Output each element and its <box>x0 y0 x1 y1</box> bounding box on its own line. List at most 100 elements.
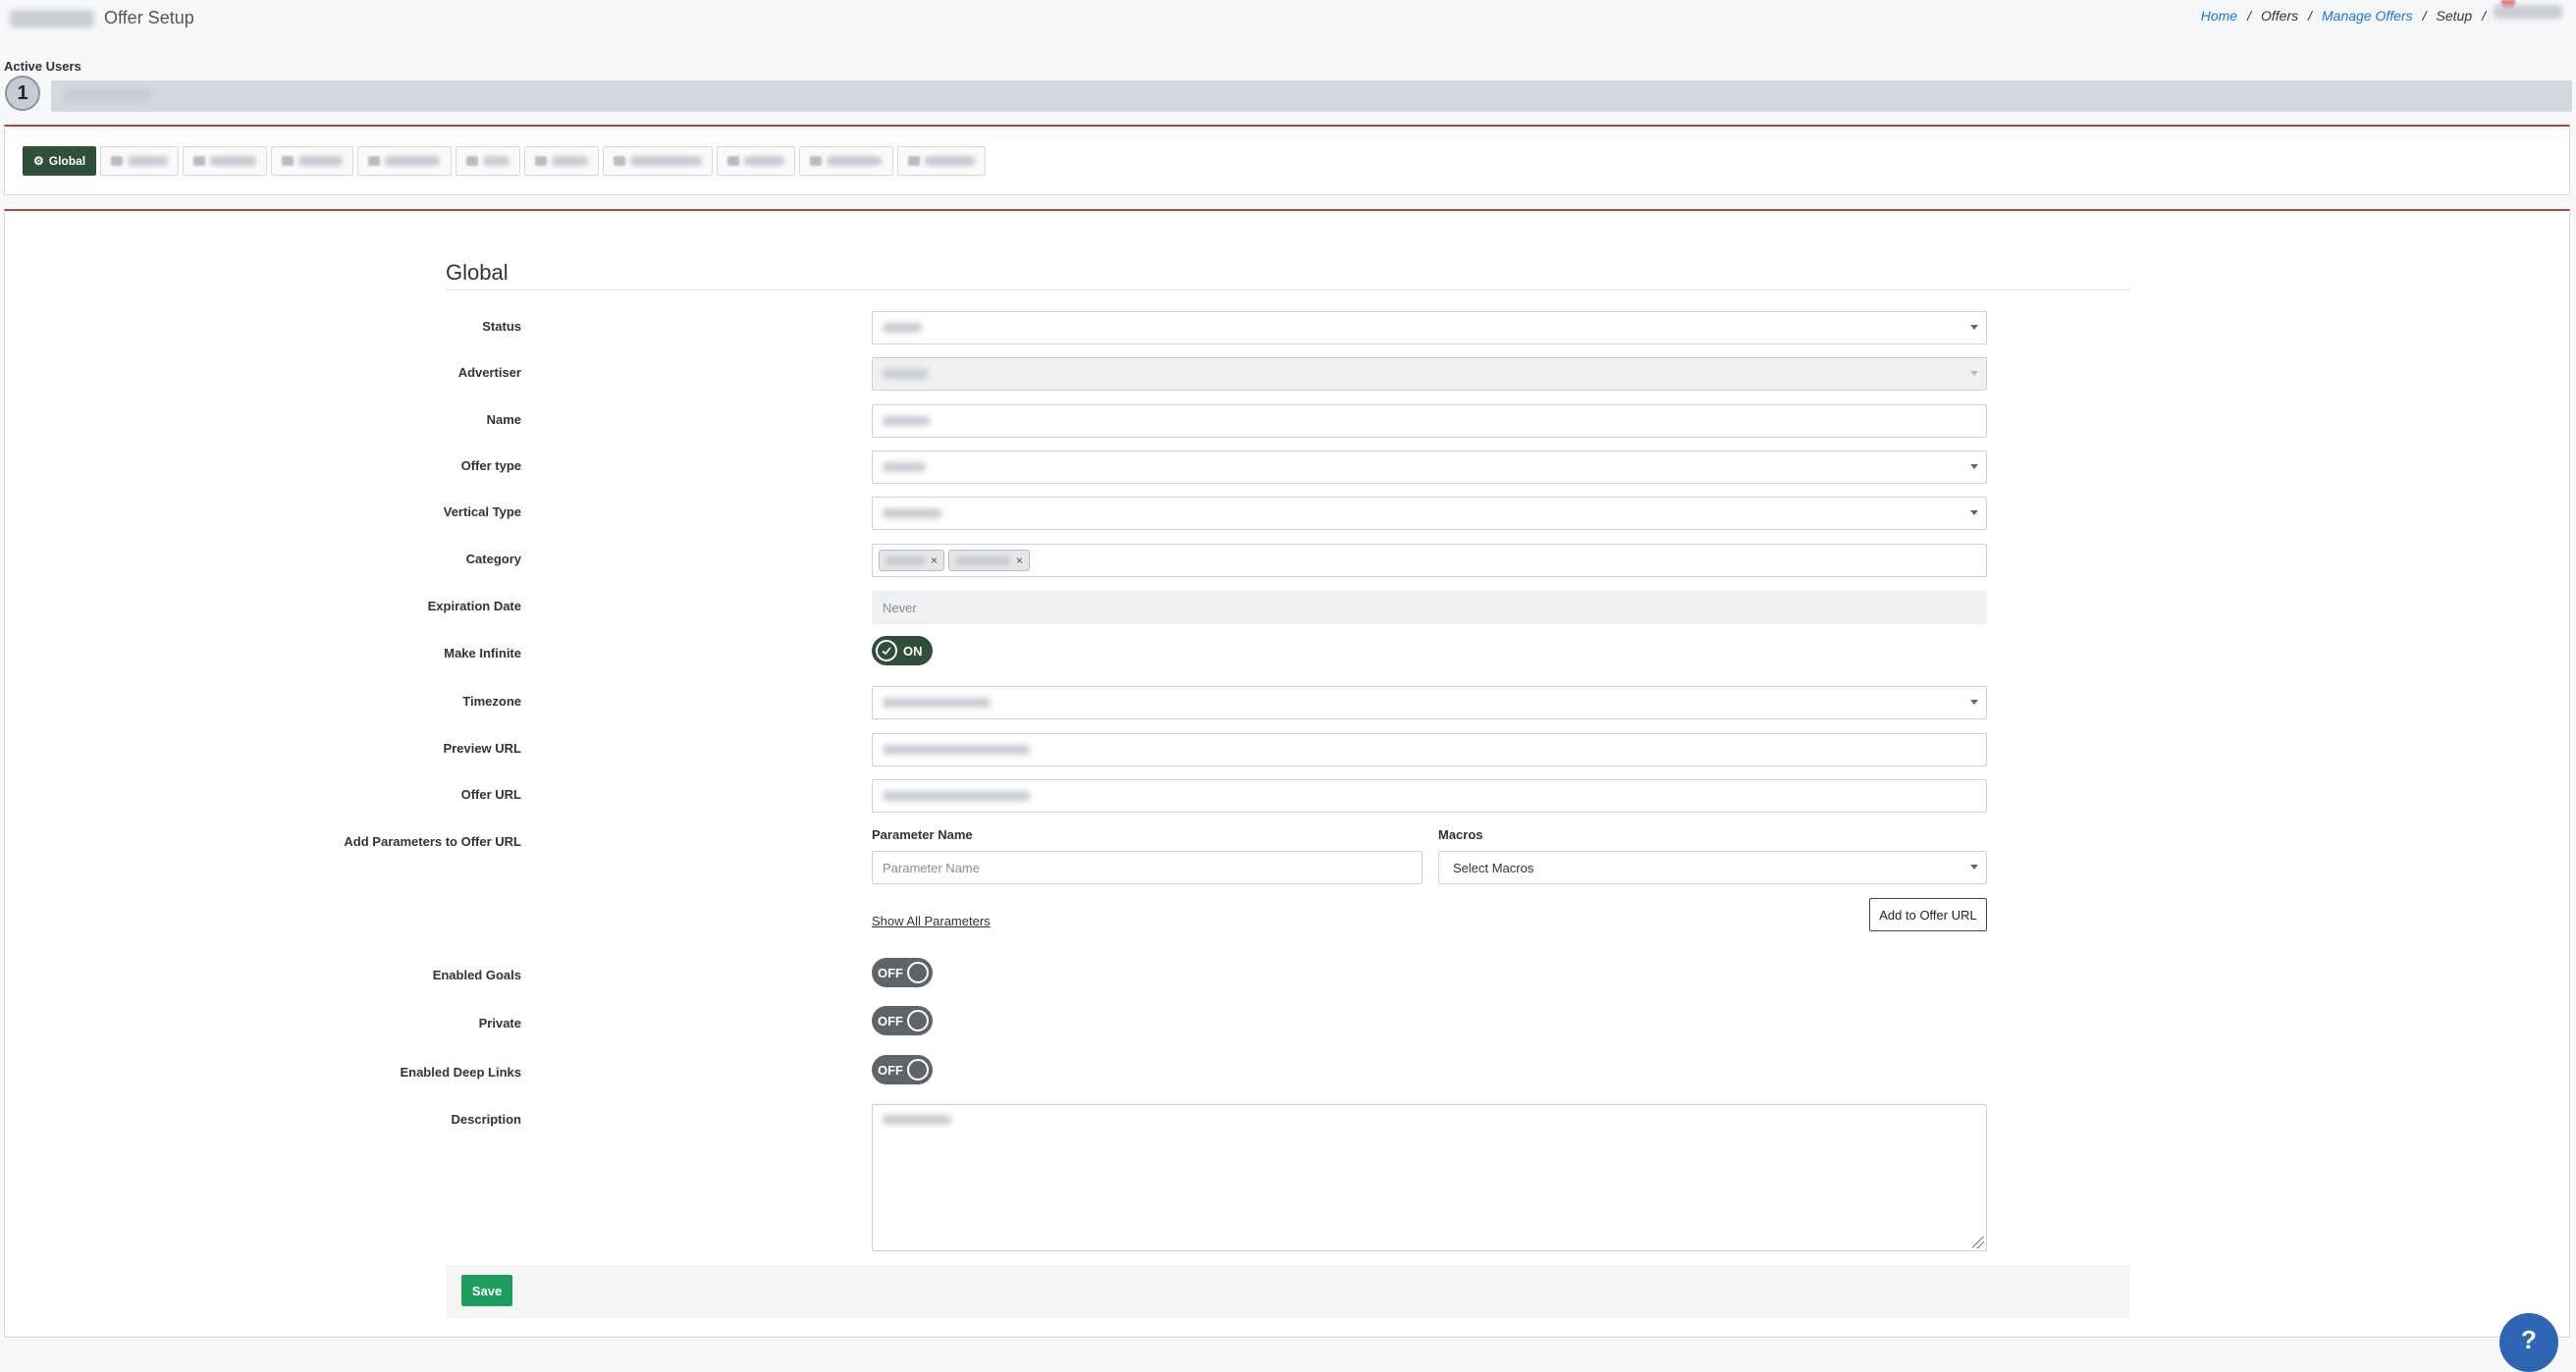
make-infinite-label: Make Infinite <box>444 646 521 660</box>
tab-icon <box>111 156 123 166</box>
tab-redacted-7[interactable] <box>603 146 714 176</box>
chip-remove-icon[interactable]: × <box>1016 554 1023 567</box>
macros-selected-value: Select Macros <box>1453 860 1534 875</box>
macros-select[interactable]: Select Macros <box>1438 851 1987 884</box>
tabs-panel: ⚙ Global <box>4 125 2570 195</box>
enabled-deep-links-label: Enabled Deep Links <box>400 1065 521 1080</box>
help-button[interactable]: ? <box>2499 1313 2558 1372</box>
category-multiselect[interactable]: × × <box>872 544 1987 577</box>
breadcrumb-manage-offers[interactable]: Manage Offers <box>2322 8 2413 24</box>
form-actions-bar: Save <box>446 1265 2130 1318</box>
category-chip: × <box>879 550 945 571</box>
tab-redacted-6[interactable] <box>524 146 600 176</box>
toggle-knob <box>907 1059 929 1081</box>
breadcrumb-setup: Setup <box>2436 8 2473 24</box>
tab-redacted-10[interactable] <box>897 146 987 176</box>
breadcrumb-home[interactable]: Home <box>2201 8 2237 24</box>
breadcrumb-separator: / <box>2482 8 2486 24</box>
preview-url-value-redacted <box>883 745 1030 755</box>
parameter-name-input[interactable] <box>872 851 1422 884</box>
private-state: OFF <box>878 1013 903 1029</box>
tab-global-label: Global <box>48 154 86 168</box>
tab-icon <box>368 156 381 166</box>
user-name-redacted <box>2494 5 2562 19</box>
advertiser-value-redacted <box>883 369 928 379</box>
breadcrumb-separator: / <box>2247 8 2251 24</box>
save-button[interactable]: Save <box>461 1275 512 1306</box>
tab-icon <box>614 156 625 166</box>
offer-type-label: Offer type <box>460 458 521 473</box>
section-title: Global <box>446 260 509 285</box>
name-value-redacted <box>883 416 930 426</box>
vertical-type-label: Vertical Type <box>443 504 521 519</box>
breadcrumb-separator: / <box>2308 8 2313 24</box>
timezone-label: Timezone <box>462 694 521 709</box>
add-parameters-label: Add Parameters to Offer URL <box>344 834 521 849</box>
add-to-offer-url-button[interactable]: Add to Offer URL <box>1869 898 1987 931</box>
enabled-goals-label: Enabled Goals <box>432 968 521 982</box>
tab-icon <box>466 156 478 166</box>
chevron-down-icon <box>1970 865 1978 870</box>
description-textarea[interactable] <box>872 1104 1987 1251</box>
offer-type-select[interactable] <box>872 450 1987 484</box>
advertiser-select[interactable] <box>872 357 1987 391</box>
enabled-deep-links-toggle[interactable]: OFF <box>872 1055 933 1084</box>
active-users-label: Active Users <box>4 59 81 74</box>
preview-url-input[interactable] <box>872 733 1987 766</box>
breadcrumb-separator: / <box>2422 8 2427 24</box>
status-select[interactable] <box>872 311 1987 344</box>
tab-global[interactable]: ⚙ Global <box>23 146 97 176</box>
resize-handle-icon[interactable] <box>1972 1237 1984 1248</box>
breadcrumb-offers: Offers <box>2261 8 2299 24</box>
active-users-bar <box>51 80 2572 112</box>
active-users-count-badge: 1 <box>5 76 40 111</box>
vertical-type-select[interactable] <box>872 497 1987 530</box>
offer-type-value-redacted <box>883 462 926 472</box>
toggle-knob <box>907 1010 929 1031</box>
gear-icon: ⚙ <box>33 154 44 168</box>
offer-name-redacted <box>10 9 94 27</box>
offer-url-value-redacted <box>883 791 1030 801</box>
show-all-parameters-link[interactable]: Show All Parameters <box>872 914 991 928</box>
toggle-knob <box>907 962 929 983</box>
make-infinite-toggle[interactable]: ON <box>872 636 933 665</box>
description-label: Description <box>451 1112 521 1127</box>
private-toggle[interactable]: OFF <box>872 1006 933 1035</box>
page-title-group: Offer Setup <box>10 8 194 28</box>
tab-redacted-3[interactable] <box>271 146 354 176</box>
tab-redacted-9[interactable] <box>799 146 894 176</box>
expiration-date-label: Expiration Date <box>427 599 521 613</box>
main-panel: Global Status Advertiser Name Offer type… <box>4 209 2570 1338</box>
tab-redacted-8[interactable] <box>717 146 796 176</box>
chevron-down-icon <box>1970 700 1978 705</box>
timezone-select[interactable] <box>872 686 1987 719</box>
top-bar: Offer Setup Home / Offers / Manage Offer… <box>0 0 2576 59</box>
tab-redacted-4[interactable] <box>357 146 453 176</box>
tab-redacted-5[interactable] <box>456 146 521 176</box>
make-infinite-state: ON <box>903 643 923 659</box>
tab-icon <box>908 156 920 166</box>
advertiser-label: Advertiser <box>457 365 521 380</box>
enabled-goals-toggle[interactable]: OFF <box>872 958 933 987</box>
timezone-value-redacted <box>883 698 991 708</box>
active-user-name-redacted <box>63 88 151 102</box>
tab-list: ⚙ Global <box>23 146 987 176</box>
user-menu[interactable] <box>2494 5 2562 19</box>
offer-url-input[interactable] <box>872 779 1987 813</box>
chevron-down-icon <box>1970 464 1978 469</box>
tab-redacted-1[interactable] <box>100 146 180 176</box>
name-label: Name <box>486 412 521 427</box>
description-value-redacted <box>883 1115 951 1125</box>
enabled-deep-links-state: OFF <box>878 1062 903 1078</box>
private-label: Private <box>478 1016 521 1030</box>
offer-url-label: Offer URL <box>460 787 521 802</box>
tab-icon <box>727 156 739 166</box>
tab-redacted-2[interactable] <box>183 146 268 176</box>
preview-url-label: Preview URL <box>443 741 521 756</box>
chevron-down-icon <box>1970 371 1978 376</box>
name-input[interactable] <box>872 404 1987 438</box>
enabled-goals-state: OFF <box>878 965 903 980</box>
chip-remove-icon[interactable]: × <box>931 554 938 567</box>
macros-label: Macros <box>1438 827 1483 842</box>
expiration-date-input[interactable] <box>872 591 1987 624</box>
